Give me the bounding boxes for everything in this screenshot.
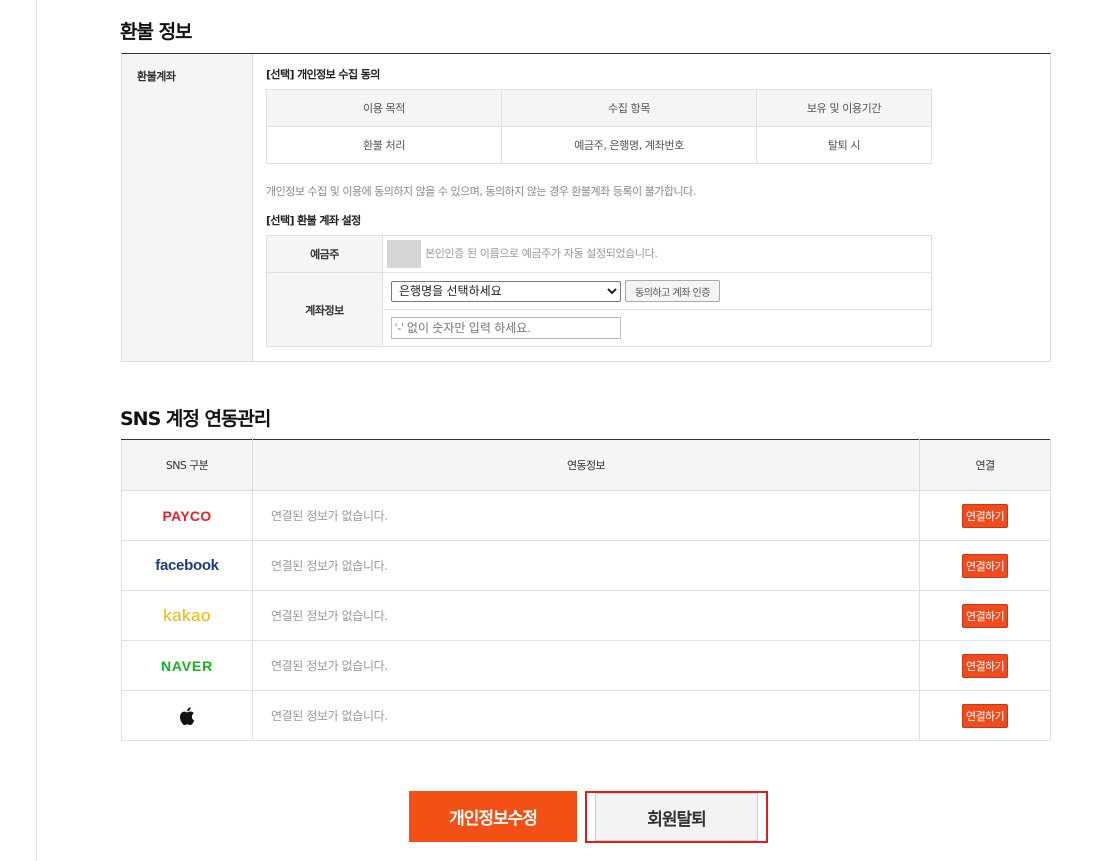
sns-logo-cell: PAYCO bbox=[121, 490, 253, 541]
consent-header-items: 수집 항목 bbox=[501, 89, 757, 127]
kakao-logo: kakao bbox=[163, 605, 211, 625]
account-number-cell bbox=[382, 309, 932, 347]
sns-info: 연결된 정보가 없습니다. bbox=[252, 690, 920, 741]
consent-header-purpose: 이용 목적 bbox=[266, 89, 502, 127]
account-title: [선택] 환불 계좌 설정 bbox=[266, 214, 361, 227]
sns-info: 연결된 정보가 없습니다. bbox=[252, 590, 920, 641]
sns-table: SNS 구분 연동정보 연결 PAYCO 연결된 정보가 없습니다. 연결하기 … bbox=[121, 439, 1051, 741]
sns-header-type: SNS 구분 bbox=[121, 439, 253, 491]
connect-kakao-button[interactable]: 연결하기 bbox=[961, 603, 1009, 628]
facebook-logo: facebook bbox=[155, 557, 219, 574]
refund-account-table: 예금주 본인인증 된 이름으로 예금주가 자동 설정되었습니다. 계좌정보 은행… bbox=[266, 235, 932, 347]
holder-label: 예금주 bbox=[266, 235, 383, 273]
sns-info: 연결된 정보가 없습니다. bbox=[252, 540, 920, 591]
table-row: kakao 연결된 정보가 없습니다. 연결하기 bbox=[121, 590, 1051, 641]
holder-name-placeholder bbox=[387, 240, 421, 268]
withdraw-highlight-box: 회원탈퇴 bbox=[585, 791, 768, 843]
consent-cell-period: 탈퇴 시 bbox=[756, 126, 932, 164]
consent-title: [선택] 개인정보 수집 동의 bbox=[266, 68, 380, 81]
table-row: NAVER 연결된 정보가 없습니다. 연결하기 bbox=[121, 640, 1051, 691]
sns-action-cell: 연결하기 bbox=[919, 590, 1051, 641]
sns-action-cell: 연결하기 bbox=[919, 540, 1051, 591]
naver-logo: NAVER bbox=[161, 657, 213, 674]
consent-cell-purpose: 환불 처리 bbox=[266, 126, 502, 164]
refund-section-title: 환불 정보 bbox=[120, 21, 193, 43]
bank-select[interactable]: 은행명을 선택하세요 bbox=[391, 280, 621, 302]
connect-facebook-button[interactable]: 연결하기 bbox=[961, 553, 1009, 578]
table-row: 연결된 정보가 없습니다. 연결하기 bbox=[121, 690, 1051, 741]
sns-logo-cell: NAVER bbox=[121, 640, 253, 691]
sns-info: 연결된 정보가 없습니다. bbox=[252, 640, 920, 691]
refund-account-header: 환불계좌 bbox=[122, 54, 253, 361]
verify-account-button[interactable]: 동의하고 계좌 인증 bbox=[625, 280, 720, 302]
account-label: 계좌정보 bbox=[266, 272, 383, 347]
table-row: PAYCO 연결된 정보가 없습니다. 연결하기 bbox=[121, 490, 1051, 541]
consent-table: 이용 목적 수집 항목 보유 및 이용기간 환불 처리 예금주, 은행명, 계좌… bbox=[266, 89, 932, 164]
consent-header-period: 보유 및 이용기간 bbox=[756, 89, 932, 127]
sns-logo-cell: kakao bbox=[121, 590, 253, 641]
refund-info-block: 환불계좌 [선택] 개인정보 수집 동의 이용 목적 수집 항목 보유 및 이용… bbox=[121, 53, 1051, 362]
withdraw-button[interactable]: 회원탈퇴 bbox=[595, 793, 758, 841]
holder-note: 본인인증 된 이름으로 예금주가 자동 설정되었습니다. bbox=[425, 247, 658, 260]
sns-logo-cell: facebook bbox=[121, 540, 253, 591]
sns-logo-cell bbox=[121, 690, 253, 741]
edit-profile-button[interactable]: 개인정보수정 bbox=[409, 791, 577, 842]
sns-info: 연결된 정보가 없습니다. bbox=[252, 490, 920, 541]
account-number-input[interactable] bbox=[391, 317, 621, 339]
table-row: facebook 연결된 정보가 없습니다. 연결하기 bbox=[121, 540, 1051, 591]
holder-cell: 본인인증 된 이름으로 예금주가 자동 설정되었습니다. bbox=[382, 235, 932, 273]
consent-notice: 개인정보 수집 및 이용에 동의하지 않을 수 있으며, 동의하지 않는 경우 … bbox=[266, 185, 696, 198]
apple-icon bbox=[179, 706, 195, 725]
connect-payco-button[interactable]: 연결하기 bbox=[961, 503, 1009, 528]
sns-section-title: SNS 계정 연동관리 bbox=[120, 408, 271, 430]
payco-logo: PAYCO bbox=[162, 507, 212, 524]
sns-action-cell: 연결하기 bbox=[919, 690, 1051, 741]
consent-cell-items: 예금주, 은행명, 계좌번호 bbox=[501, 126, 757, 164]
sns-action-cell: 연결하기 bbox=[919, 640, 1051, 691]
sns-action-cell: 연결하기 bbox=[919, 490, 1051, 541]
connect-naver-button[interactable]: 연결하기 bbox=[961, 653, 1009, 678]
left-divider bbox=[36, 0, 37, 861]
connect-apple-button[interactable]: 연결하기 bbox=[961, 703, 1009, 728]
bank-cell: 은행명을 선택하세요 동의하고 계좌 인증 bbox=[382, 272, 932, 310]
sns-header-connect: 연결 bbox=[919, 439, 1051, 491]
sns-header-info: 연동정보 bbox=[252, 439, 920, 491]
